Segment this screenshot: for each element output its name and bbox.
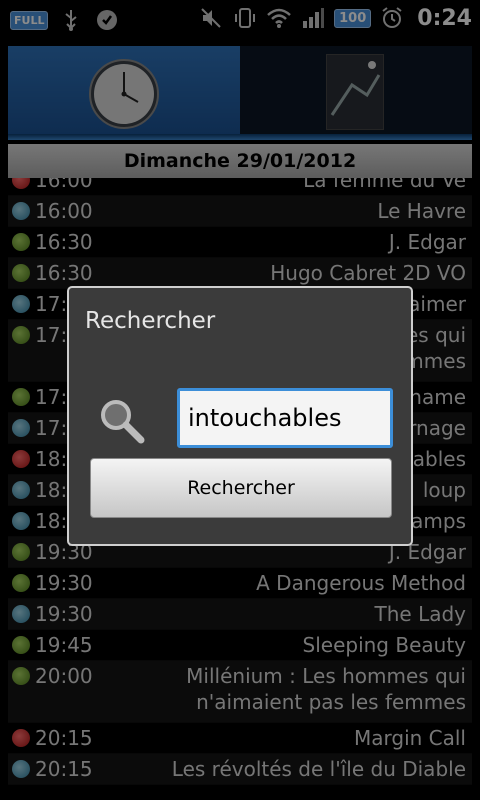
dialog-title: Rechercher (85, 308, 216, 334)
search-input[interactable] (177, 388, 393, 448)
search-button[interactable]: Rechercher (90, 458, 392, 518)
search-dialog: Rechercher Rechercher (67, 286, 413, 546)
search-icon (101, 400, 145, 444)
